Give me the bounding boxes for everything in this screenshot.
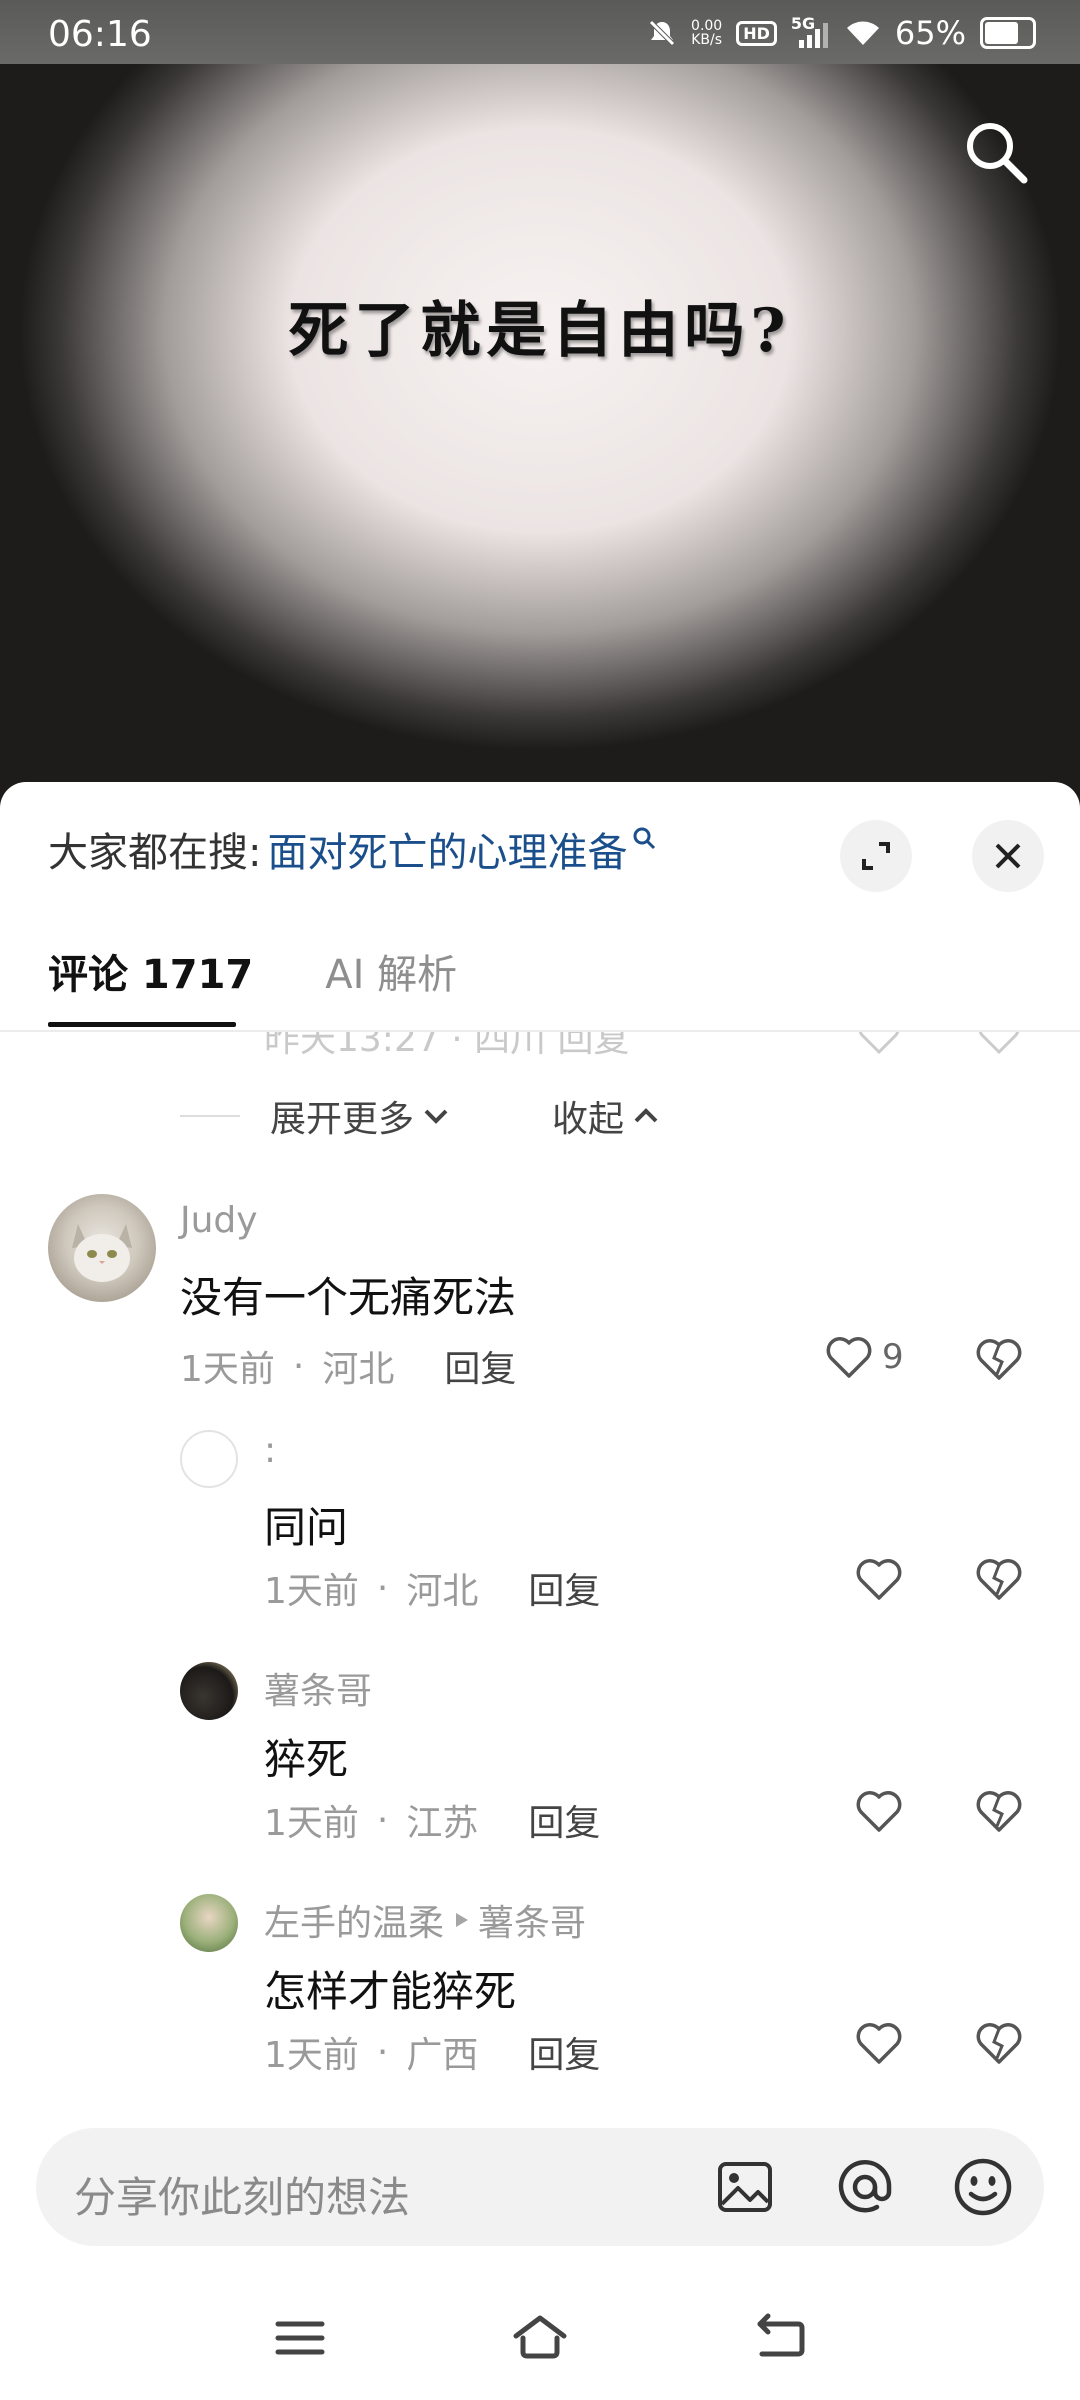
expand-button[interactable] — [840, 820, 912, 892]
reply-time: 1天前 — [264, 1571, 359, 1612]
system-nav-bar — [0, 2270, 1080, 2400]
hot-search-bar[interactable]: 大家都在搜: 面对死亡的心理准备 — [48, 820, 657, 878]
battery-icon — [980, 17, 1036, 49]
cat-avatar-image — [72, 1224, 132, 1282]
reply-author[interactable]: : — [264, 1430, 276, 1471]
reply-meta: 1天前 · 河北 回复 — [264, 1562, 600, 1614]
back-icon[interactable] — [750, 2310, 810, 2366]
avatar[interactable] — [180, 1430, 238, 1488]
expand-more-label: 展开更多 — [270, 1099, 415, 1140]
heart-icon[interactable] — [854, 1786, 904, 1836]
comment-time: 1天前 — [180, 1349, 275, 1390]
like-button[interactable]: 9 — [824, 1332, 904, 1382]
reply-author[interactable]: 薯条哥 — [264, 1662, 372, 1714]
divider-line — [180, 1115, 240, 1117]
search-small-icon — [633, 827, 656, 850]
reply-meta: 1天前 · 江苏 回复 — [264, 1794, 600, 1846]
video-player[interactable]: 死了就是自由吗? — [0, 64, 1080, 804]
image-icon[interactable] — [712, 2154, 778, 2220]
expand-collapse-row: 展开更多 收起 — [180, 1090, 662, 1142]
net-speed-unit: KB/s — [691, 32, 723, 48]
comment-sheet: 大家都在搜: 面对死亡的心理准备 评论 1717 AI 解析 昨天13:27 ·… — [0, 782, 1080, 2400]
comment-meta: 1天前 · 河北 回复 — [180, 1340, 516, 1392]
search-icon[interactable] — [960, 116, 1032, 188]
comment-input-bar[interactable]: 分享你此刻的想法 — [36, 2128, 1044, 2246]
mute-icon — [649, 20, 675, 46]
meta-separator: · — [376, 1567, 389, 1609]
reply-text: 猝死 — [264, 1735, 349, 1784]
wifi-icon — [846, 21, 879, 45]
net-speed: 0.00 KB/s — [691, 19, 722, 47]
tab-comments[interactable]: 评论 1717 — [48, 942, 253, 1000]
meta-separator: · — [376, 1799, 389, 1841]
expand-icon — [862, 842, 890, 870]
reply-location: 河北 — [406, 1571, 479, 1612]
tab-active-indicator — [48, 1022, 236, 1027]
close-icon — [995, 843, 1021, 869]
reply-text: 怎样才能猝死 — [264, 1967, 517, 2016]
reply-text: 同问 — [264, 1503, 349, 1552]
hot-search-query[interactable]: 面对死亡的心理准备 — [267, 820, 627, 878]
comment-text: 没有一个无痛死法 — [180, 1273, 517, 1322]
heart-icon — [826, 1337, 872, 1378]
scrolled-row-text: 昨天13:27 · 四川 回复 — [264, 1032, 630, 1060]
signal-icon: 5G — [791, 14, 831, 48]
status-bar: 06:16 0.00 KB/s HD 5G 65% — [0, 0, 1080, 64]
battery-percent: 65% — [894, 14, 966, 52]
reply-author[interactable]: 左手的温柔 — [264, 1894, 444, 1946]
collapse-button[interactable]: 收起 — [552, 1090, 662, 1142]
heart-icon[interactable] — [854, 2018, 904, 2068]
close-button[interactable] — [972, 820, 1044, 892]
reply-to-user[interactable]: 薯条哥 — [478, 1894, 586, 1946]
meta-separator: · — [292, 1345, 305, 1387]
emoji-icon[interactable] — [950, 2154, 1016, 2220]
reply-time: 1天前 — [264, 2035, 359, 2076]
heart-icon[interactable] — [856, 1032, 902, 1058]
chevron-down-icon — [424, 1109, 448, 1124]
scrolled-row-clip: 昨天13:27 · 四川 回复 — [0, 1032, 1080, 1060]
hot-search-label: 大家都在搜: — [48, 830, 262, 876]
reply-button[interactable]: 回复 — [528, 1794, 600, 1846]
reply-time: 1天前 — [264, 1803, 359, 1844]
reply-location: 江苏 — [406, 1803, 479, 1844]
broken-heart-icon[interactable] — [976, 1032, 1022, 1058]
hd-badge: HD — [736, 20, 777, 46]
status-icons: 0.00 KB/s HD 5G 65% — [647, 14, 1036, 52]
avatar[interactable] — [180, 1894, 238, 1952]
net-speed-value: 0.00 — [691, 18, 723, 34]
broken-heart-icon[interactable] — [974, 1554, 1024, 1604]
home-icon[interactable] — [510, 2310, 570, 2366]
broken-heart-icon[interactable] — [974, 1786, 1024, 1836]
chevron-up-icon — [634, 1108, 658, 1123]
comment-author[interactable]: Judy — [180, 1200, 258, 1241]
reply-meta: 1天前 · 广西 回复 — [264, 2026, 600, 2078]
tab-ai-analysis[interactable]: AI 解析 — [325, 942, 457, 1000]
expand-more-button[interactable]: 展开更多 — [270, 1090, 452, 1142]
video-caption: 死了就是自由吗? — [288, 296, 792, 366]
reply-author-line: 左手的温柔 薯条哥 — [264, 1894, 586, 1946]
broken-heart-icon[interactable] — [974, 1334, 1024, 1384]
comment-input-placeholder[interactable]: 分享你此刻的想法 — [74, 2164, 410, 2225]
menu-icon[interactable] — [270, 2310, 330, 2366]
meta-separator: · — [376, 2031, 389, 2073]
status-time: 06:16 — [48, 14, 152, 55]
avatar[interactable] — [180, 1662, 238, 1720]
reply-button[interactable]: 回复 — [528, 2026, 600, 2078]
heart-icon[interactable] — [854, 1554, 904, 1604]
reply-button[interactable]: 回复 — [528, 1562, 600, 1614]
avatar[interactable] — [48, 1194, 156, 1302]
tab-bar: 评论 1717 AI 解析 — [48, 942, 457, 1000]
at-icon[interactable] — [832, 2154, 898, 2220]
reply-arrow-icon — [456, 1913, 469, 1927]
like-count: 9 — [882, 1337, 904, 1377]
broken-heart-icon[interactable] — [974, 2018, 1024, 2068]
reply-location: 广西 — [406, 2035, 479, 2076]
reply-button[interactable]: 回复 — [444, 1340, 516, 1392]
comment-location: 河北 — [322, 1349, 395, 1390]
collapse-label: 收起 — [552, 1099, 625, 1140]
